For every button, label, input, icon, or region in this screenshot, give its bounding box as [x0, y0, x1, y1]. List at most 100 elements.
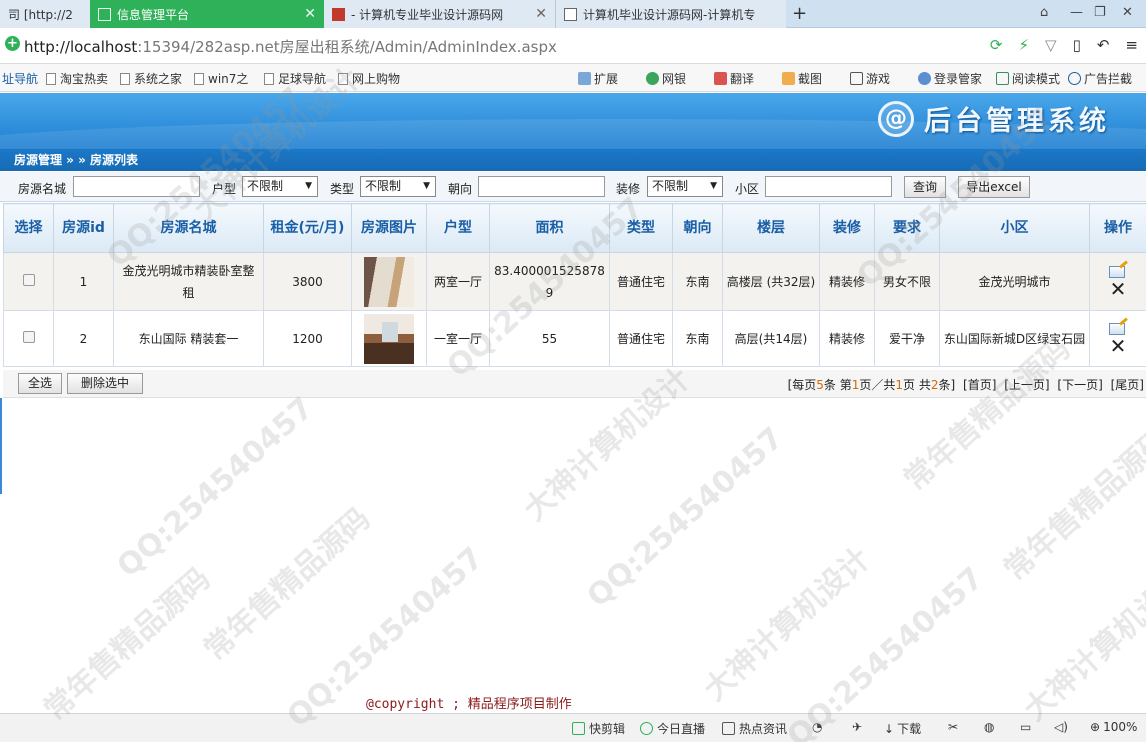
undo-icon[interactable]: ↶	[1097, 36, 1110, 54]
tab-label: 司 [http://2	[8, 7, 73, 22]
name-label: 房源名城	[18, 182, 67, 196]
pager-total-pages: 1	[895, 378, 904, 392]
speed-icon[interactable]: ◔	[812, 720, 822, 734]
status-label: 热点资讯	[739, 722, 788, 736]
pager: [每页5条 第1页／共1页 共2条] [首页] [上一页] [下一页] [尾页]	[788, 376, 1144, 393]
breadcrumb: 房源管理 » » 房源列表	[0, 149, 1146, 171]
favorite-label: win7之	[208, 72, 249, 86]
favorite-link[interactable]: 址导航	[2, 70, 38, 87]
browser-tab[interactable]: 司 [http://2	[0, 0, 90, 28]
status-item[interactable]: 热点资讯	[722, 720, 787, 737]
edit-icon[interactable]	[1109, 265, 1125, 278]
add-favorite-icon[interactable]: +	[5, 36, 20, 51]
extension-button[interactable]: 扩展	[578, 70, 618, 87]
select-value: 不限制	[247, 179, 284, 193]
phone-icon[interactable]: ▯	[1073, 36, 1081, 54]
orientation-cell: 东南	[672, 252, 723, 311]
name-input[interactable]	[73, 176, 200, 197]
skin-icon[interactable]: ⌂	[1040, 5, 1048, 20]
extension-button[interactable]: 阅读模式	[996, 70, 1060, 87]
status-item[interactable]: 快剪辑	[572, 720, 625, 737]
photo-cell	[351, 252, 427, 311]
id-cell: 1	[53, 252, 114, 311]
minimize-icon[interactable]: —	[1070, 5, 1083, 20]
edit-icon[interactable]	[1109, 322, 1125, 335]
orientation-input[interactable]	[478, 176, 605, 197]
extension-label: 游戏	[866, 72, 891, 86]
browser-icon[interactable]: ◍	[984, 720, 994, 734]
extension-button[interactable]: 截图	[782, 70, 822, 87]
browser-tab[interactable]: 计算机毕业设计源码网-计算机专	[556, 0, 786, 28]
column-header: 楼层	[722, 203, 820, 253]
watermark-text: QQ:254540457	[110, 390, 321, 585]
download-icon: ↓	[884, 721, 895, 736]
row-checkbox[interactable]	[22, 330, 35, 343]
watermark-text: 大神计算机设计	[697, 541, 878, 708]
close-tab-icon[interactable]: ✕	[527, 6, 547, 22]
select-all-button[interactable]: 全选	[18, 373, 62, 394]
browser-tab[interactable]: - 计算机专业毕业设计源码网 ✕	[324, 0, 556, 28]
delete-selected-button[interactable]: 删除选中	[67, 373, 143, 394]
status-label: 下载	[897, 722, 922, 736]
menu-icon[interactable]: ≡	[1125, 36, 1138, 54]
type-select[interactable]: 不限制 ▼	[360, 176, 436, 197]
row-checkbox[interactable]	[22, 273, 35, 286]
last-page-link[interactable]: [尾页]	[1111, 378, 1144, 392]
column-header: 要求	[874, 203, 940, 253]
status-item[interactable]: ↓ 下载	[884, 720, 921, 737]
pager-text: 页 共	[903, 378, 931, 392]
lightning-icon[interactable]: ⚡	[1018, 36, 1029, 54]
status-item[interactable]: ⊕ 100%	[1090, 720, 1137, 734]
decoration-select[interactable]: 不限制 ▼	[647, 176, 723, 197]
extension-button[interactable]: 翻译	[714, 70, 754, 87]
export-excel-button[interactable]: 导出excel	[958, 176, 1030, 198]
url-field[interactable]: http://localhost:15394/282asp.net房屋出租系统/…	[24, 36, 557, 57]
volume-icon[interactable]: ◁)	[1054, 720, 1068, 734]
extension-label: 网银	[662, 72, 687, 86]
window-icon[interactable]: ▭	[1020, 720, 1031, 734]
bulk-action-bar: 全选 删除选中 [每页5条 第1页／共1页 共2条] [首页] [上一页] [下…	[3, 370, 1146, 398]
first-page-link[interactable]: [首页]	[963, 378, 996, 392]
favorite-link[interactable]: 足球导航	[264, 70, 326, 87]
close-tab-icon[interactable]: ✕	[296, 6, 316, 22]
favorite-link[interactable]: 系统之家	[120, 70, 182, 87]
pager-text: 页／共	[859, 378, 896, 392]
favorite-label: 网上购物	[352, 72, 401, 86]
decoration-cell: 精装修	[819, 310, 875, 367]
page-icon	[264, 72, 274, 85]
favorite-link[interactable]: win7之	[194, 70, 248, 87]
refresh-icon[interactable]: ⟳	[990, 36, 1003, 54]
type-label: 类型	[330, 182, 355, 196]
extension-button[interactable]: 游戏	[850, 70, 890, 87]
delete-icon[interactable]: ✕	[1093, 336, 1143, 356]
new-tab-button[interactable]: +	[792, 3, 807, 24]
delete-icon[interactable]: ✕	[1093, 279, 1143, 299]
layout-select[interactable]: 不限制 ▼	[242, 176, 318, 197]
house-photo	[364, 313, 414, 364]
login-manager-icon	[918, 72, 931, 85]
orientation-label: 朝向	[448, 182, 473, 196]
layout-cell: 两室一厅	[426, 252, 490, 311]
community-input[interactable]	[765, 176, 892, 197]
favorite-link[interactable]: 网上购物	[338, 70, 400, 87]
cut-icon[interactable]: ✂	[948, 720, 958, 734]
url-path: :15394/282asp.net房屋出租系统/Admin/AdminIndex…	[137, 38, 557, 56]
extension-button[interactable]: 登录管家	[918, 70, 982, 87]
extension-button[interactable]: 广告拦截	[1068, 70, 1132, 87]
community-cell: 东山国际新城D区绿宝石园	[939, 310, 1090, 367]
browser-tab-active[interactable]: 信息管理平台 ✕	[90, 0, 324, 28]
next-page-link[interactable]: [下一页]	[1057, 378, 1102, 392]
favorite-link[interactable]: 淘宝热卖	[46, 70, 108, 87]
close-window-icon[interactable]: ✕	[1122, 5, 1133, 20]
floor-cell: 高楼层 (共32层)	[722, 252, 820, 311]
dropdown-icon[interactable]: ▽	[1045, 36, 1057, 54]
pin-icon[interactable]: ✈	[852, 720, 862, 734]
community-label: 小区	[735, 182, 760, 196]
favorite-label: 足球导航	[278, 72, 327, 86]
extension-button[interactable]: 网银	[646, 70, 686, 87]
query-button[interactable]: 查询	[904, 176, 946, 198]
restore-icon[interactable]: ❐	[1094, 5, 1106, 20]
prev-page-link[interactable]: [上一页]	[1004, 378, 1049, 392]
rent-cell: 3800	[263, 252, 352, 311]
status-item[interactable]: 今日直播	[640, 720, 705, 737]
